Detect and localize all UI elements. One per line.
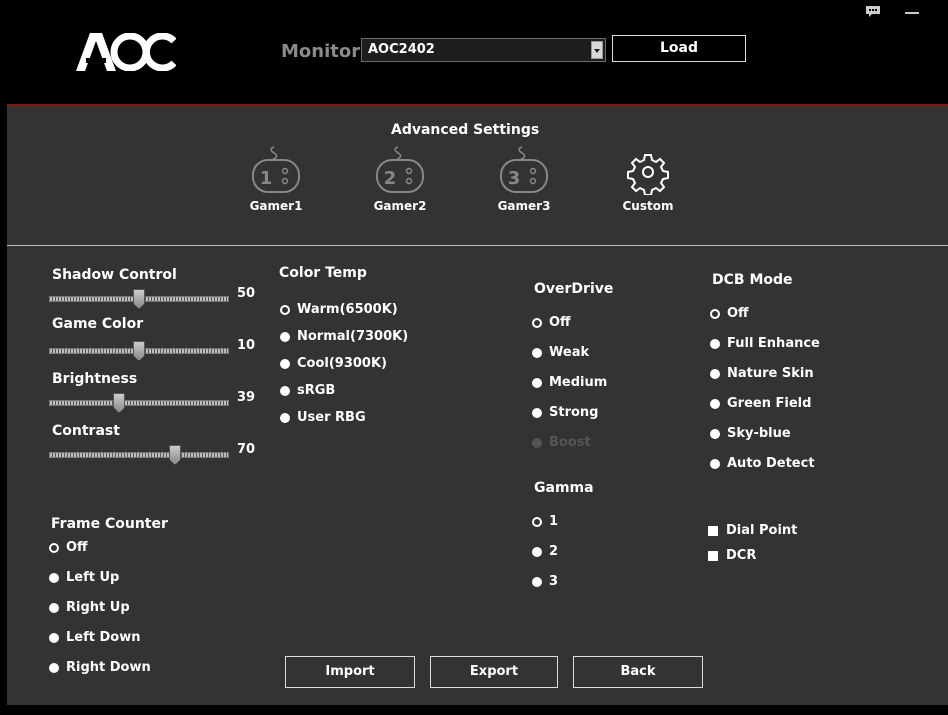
color-temp-title: Color Temp [279,265,367,281]
brightness-slider[interactable] [49,393,229,413]
gamma-option[interactable]: 2 [532,544,558,559]
radio-icon [49,632,59,643]
overdrive-option[interactable]: Off [532,315,571,330]
game-color-slider[interactable] [49,341,229,361]
slider-track [49,452,229,458]
frame-counter-option[interactable]: Off [49,540,88,555]
checkbox-box [708,525,718,536]
chevron-down-icon[interactable] [591,41,603,59]
slider-label-shadow-control: Shadow Control [52,267,177,283]
color-temp-option[interactable]: Cool(9300K) [280,356,387,371]
frame-counter-option[interactable]: Left Down [49,630,140,645]
overdrive-option[interactable]: Weak [532,345,589,360]
radio-icon [280,331,290,342]
gamepad-number: 2 [384,168,397,189]
gamma-option[interactable]: 1 [532,514,558,529]
dcb-mode-option[interactable]: Sky-blue [710,426,791,441]
mode-gamer3[interactable]: 3 Gamer3 [479,143,569,213]
color-temp-option[interactable]: Normal(7300K) [280,329,408,344]
color-temp-option[interactable]: sRGB [280,383,335,398]
export-button[interactable]: Export [430,656,558,688]
shadow-control-slider[interactable] [49,289,229,309]
mode-label: Custom [622,199,674,213]
radio-icon [532,347,542,358]
slider-value: 10 [237,338,256,353]
radio-icon [532,546,542,557]
slider-label-contrast: Contrast [52,423,120,439]
radio-selected-icon [49,542,59,553]
radio-selected-icon [532,317,542,328]
load-button[interactable]: Load [612,35,746,62]
slider-label-game-color: Game Color [52,316,144,332]
mode-label: Gamer3 [497,199,551,213]
minimize-icon[interactable] [905,12,919,14]
radio-selected-icon [710,308,720,319]
gamma-title: Gamma [534,480,594,496]
gear-icon [627,154,669,195]
radio-selected-icon [532,516,542,527]
gamepad-number: 3 [508,168,521,189]
frame-counter-option[interactable]: Left Up [49,570,119,585]
radio-selected-icon [280,304,290,315]
mode-label: Gamer2 [373,199,427,213]
mode-custom[interactable]: Custom [603,143,693,213]
monitor-label: Monitor [281,41,361,62]
dcr-checkbox[interactable]: DCR [708,548,756,563]
gamepad-icon: 2 [376,146,424,193]
dcb-mode-option[interactable]: Nature Skin [710,366,814,381]
section-divider [7,245,948,246]
radio-icon [280,385,290,396]
radio-icon [532,407,542,418]
slider-label-brightness: Brightness [52,371,138,387]
dcb-mode-title: DCB Mode [712,272,793,288]
chat-icon[interactable] [865,5,881,18]
radio-icon [49,572,59,583]
gamepad-icon: 1 [252,146,300,193]
gamepad-number: 1 [260,168,273,189]
radio-icon [710,398,720,409]
slider-value: 39 [237,390,256,405]
frame-counter-option[interactable]: Right Down [49,660,151,675]
slider-value: 50 [237,286,256,301]
dcb-mode-option[interactable]: Full Enhance [710,336,820,351]
radio-icon [532,437,542,448]
import-button[interactable]: Import [285,656,415,688]
color-temp-option[interactable]: User RBG [280,410,366,425]
back-button[interactable]: Back [573,656,703,688]
frame-counter-option[interactable]: Right Up [49,600,130,615]
overdrive-title: OverDrive [534,281,614,297]
dcb-mode-option[interactable]: Auto Detect [710,456,815,471]
dcb-mode-option[interactable]: Green Field [710,396,811,411]
monitor-select-value: AOC2402 [368,42,435,57]
monitor-select[interactable]: AOC2402 [361,38,606,62]
dcb-mode-option[interactable]: Off [710,306,749,321]
mode-gamer2[interactable]: 2 Gamer2 [355,143,445,213]
dial-point-checkbox[interactable]: Dial Point [708,523,797,538]
radio-icon [532,576,542,587]
mode-gamer1[interactable]: 1 Gamer1 [231,143,321,213]
overdrive-option[interactable]: Strong [532,405,598,420]
gamma-option[interactable]: 3 [532,574,558,589]
radio-icon [49,602,59,613]
slider-value: 70 [237,442,256,457]
radio-icon [710,428,720,439]
radio-icon [710,368,720,379]
mode-label: Gamer1 [249,199,303,213]
frame-counter-title: Frame Counter [51,516,168,532]
radio-icon [532,377,542,388]
advanced-settings-title: Advanced Settings [391,122,540,138]
overdrive-option[interactable]: Medium [532,375,607,390]
contrast-slider[interactable] [49,445,229,465]
radio-icon [280,412,290,423]
overdrive-option-disabled: Boost [532,435,591,450]
radio-icon [710,458,720,469]
radio-icon [280,358,290,369]
radio-icon [710,338,720,349]
slider-track [49,400,229,406]
checkbox-box [708,550,718,561]
gamepad-icon: 3 [500,146,548,193]
radio-icon [49,662,59,673]
color-temp-option[interactable]: Warm(6500K) [280,302,398,317]
aoc-logo [76,33,176,71]
